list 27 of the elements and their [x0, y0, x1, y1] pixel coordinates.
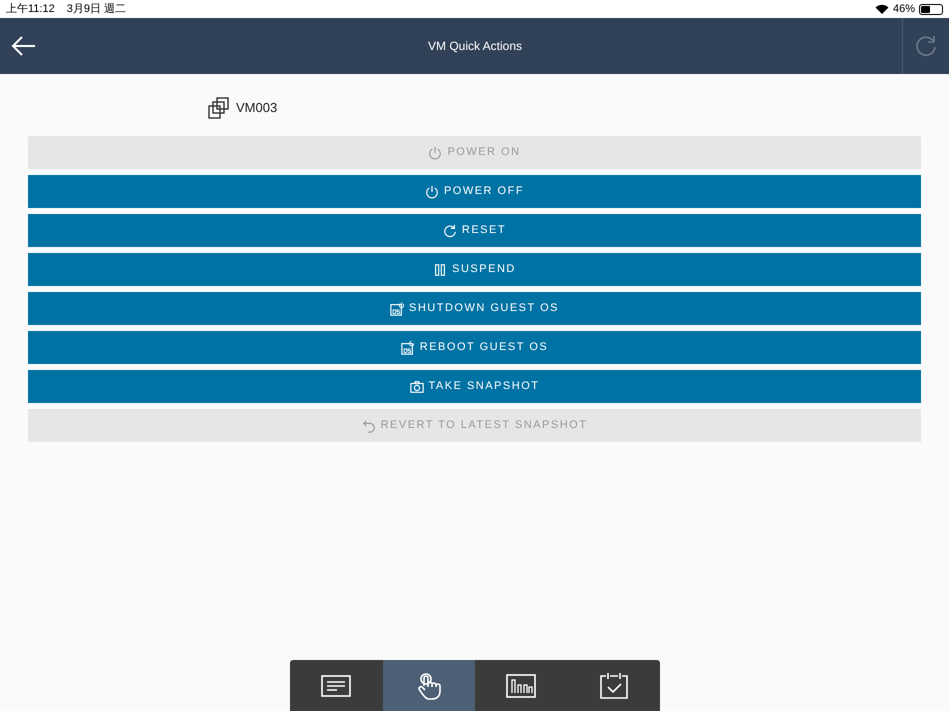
tab[interactable]	[382, 660, 475, 711]
power-icon	[428, 146, 442, 160]
battery-icon	[919, 4, 943, 14]
os-refresh-icon	[400, 340, 415, 354]
action-button[interactable]: POWER OFF	[28, 175, 921, 208]
bar-chart-icon	[505, 672, 538, 700]
undo-icon	[362, 418, 376, 432]
action-button[interactable]: TAKE SNAPSHOT	[28, 370, 921, 403]
action-button[interactable]: REBOOT GUEST OS	[28, 331, 921, 364]
status-time: 上午11:12	[6, 2, 55, 17]
power-icon	[424, 184, 439, 198]
pause-icon	[433, 262, 448, 276]
action-button[interactable]: SHUTDOWN GUEST OS	[28, 292, 921, 325]
status-date: 3月9日 週二	[66, 2, 126, 17]
os-power-icon	[390, 302, 404, 316]
vm-icon	[208, 96, 230, 118]
action-button[interactable]: SUSPEND	[28, 253, 921, 286]
refresh-icon	[442, 224, 457, 238]
refresh-icon	[914, 34, 938, 58]
camera-icon	[410, 380, 424, 394]
calendar-check-icon	[598, 672, 630, 700]
battery-percent: 46%	[892, 2, 915, 17]
window-title: VM Quick Actions	[428, 38, 522, 55]
action-button[interactable]: RESET	[28, 214, 921, 247]
vm-name: VM003	[236, 98, 278, 117]
back-arrow-icon	[11, 36, 37, 56]
wifi-icon	[874, 4, 889, 14]
